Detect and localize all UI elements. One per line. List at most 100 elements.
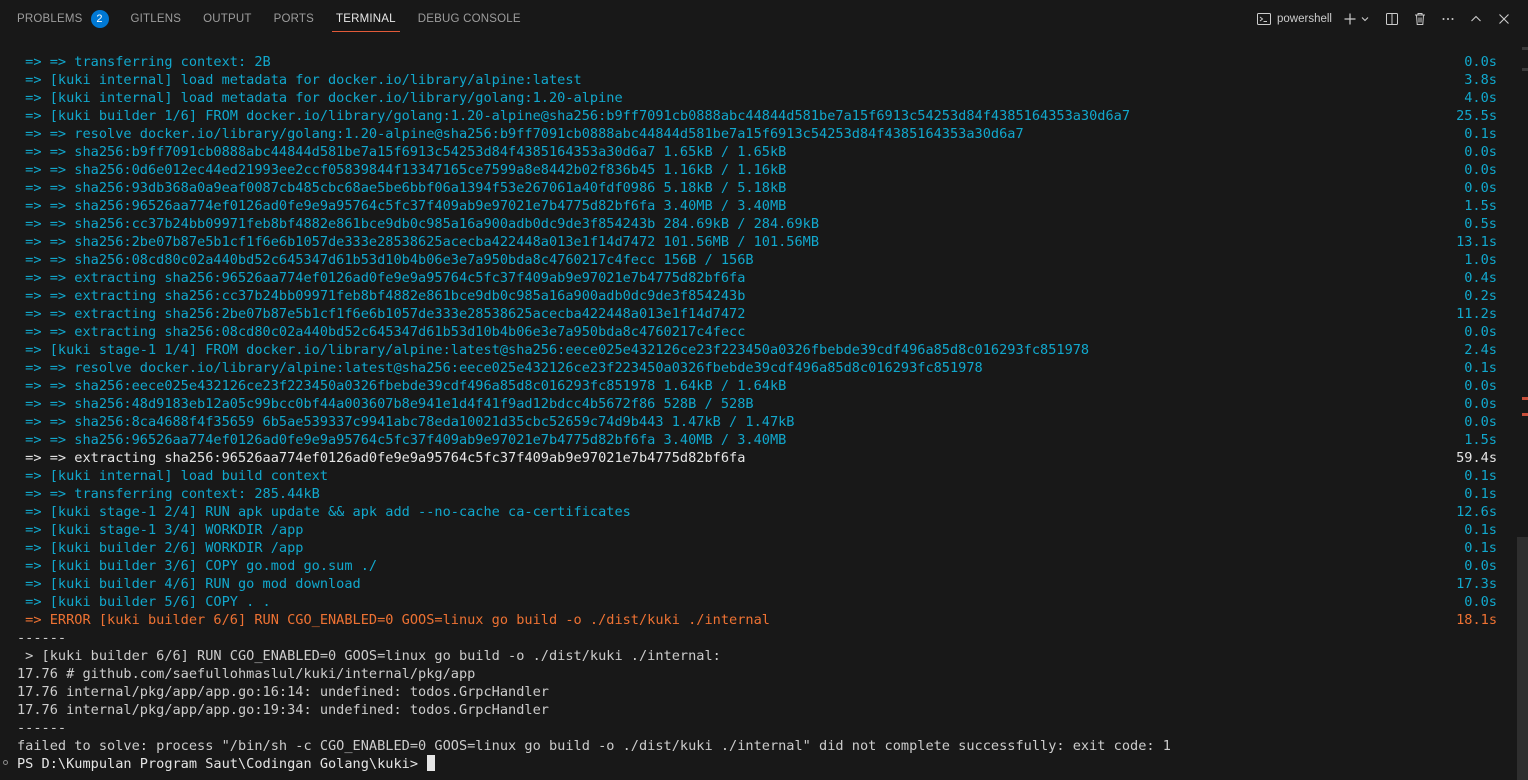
plus-icon [1342, 11, 1358, 27]
terminal-icon [1256, 11, 1272, 27]
terminal-line-text: => => sha256:93db368a0a9eaf0087cb485cbc6… [17, 180, 787, 196]
terminal-line-text: => => resolve docker.io/library/golang:1… [17, 126, 1024, 142]
terminal-line: => => extracting sha256:96526aa774ef0126… [0, 269, 1510, 287]
launch-profile-button[interactable] [1360, 0, 1378, 38]
maximize-panel-button[interactable] [1462, 0, 1490, 38]
overview-ruler-marker [1522, 68, 1528, 71]
terminal-line: => => sha256:cc37b24bb09971feb8bf4882e86… [0, 215, 1510, 233]
tab-label: OUTPUT [203, 13, 252, 25]
close-icon [1496, 11, 1512, 27]
terminal-line: => => extracting sha256:96526aa774ef0126… [0, 449, 1510, 467]
terminal-line: => => sha256:8ca4688f4f35659 6b5ae539337… [0, 413, 1510, 431]
close-panel-button[interactable] [1490, 0, 1528, 38]
terminal-line-text: failed to solve: process "/bin/sh -c CGO… [17, 738, 1171, 754]
terminal-line-text: => => transferring context: 285.44kB [17, 486, 320, 502]
terminal-line-text: => [kuki stage-1 3/4] WORKDIR /app [17, 522, 304, 538]
step-duration: 0.1s [1464, 486, 1497, 502]
terminal-line-text: => [kuki internal] load metadata for doc… [17, 90, 623, 106]
terminal-line: => => transferring context: 2B 0.0s [0, 53, 1510, 71]
terminal-line-text: => => sha256:48d9183eb12a05c99bcc0bf44a0… [17, 396, 754, 412]
terminal-line: => [kuki internal] load metadata for doc… [0, 89, 1510, 107]
terminal-line-text: => => extracting sha256:2be07b87e5b1cf1f… [17, 306, 746, 322]
split-icon [1384, 11, 1400, 27]
step-duration: 1.5s [1464, 432, 1497, 448]
step-duration: 0.4s [1464, 270, 1497, 286]
terminal-line: => => sha256:b9ff7091cb0888abc44844d581b… [0, 143, 1510, 161]
terminal-cursor [427, 755, 436, 771]
terminal-line-text: => => sha256:08cd80c02a440bd52c645347d61… [17, 252, 754, 268]
step-duration: 0.0s [1464, 594, 1497, 610]
tab-label: GITLENS [130, 13, 182, 25]
terminal-line-text: 17.76 # github.com/saefullohmaslul/kuki/… [17, 666, 476, 682]
terminal-line: => => sha256:0d6e012ec44ed21993ee2ccf058… [0, 161, 1510, 179]
tab-terminal[interactable]: TERMINAL [325, 0, 407, 38]
terminal-line-text: > [kuki builder 6/6] RUN CGO_ENABLED=0 G… [17, 648, 721, 664]
panel-header: PROBLEMS 2 GITLENS OUTPUT PORTS TERMINAL DEBUG… [0, 0, 1528, 38]
kill-terminal-button[interactable] [1406, 0, 1434, 38]
step-duration: 0.1s [1464, 522, 1497, 538]
terminal-line: => => sha256:96526aa774ef0126ad0fe9e9a95… [0, 197, 1510, 215]
terminal-line: => => sha256:2be07b87e5b1cf1f6e6b1057de3… [0, 233, 1510, 251]
overview-ruler-marker [1522, 397, 1528, 400]
prompt-line[interactable]: PS D:\Kumpulan Program Saut\Codingan Gol… [0, 755, 1510, 773]
step-duration: 0.0s [1464, 414, 1497, 430]
split-terminal-button[interactable] [1378, 0, 1406, 38]
command-decoration-icon[interactable] [3, 760, 8, 765]
terminal-line-text: => [kuki stage-1 1/4] FROM docker.io/lib… [17, 342, 1090, 358]
terminal-line-text: => [kuki builder 1/6] FROM docker.io/lib… [17, 108, 1131, 124]
step-duration: 0.0s [1464, 144, 1497, 160]
step-duration: 2.4s [1464, 342, 1497, 358]
prompt-path: PS D:\Kumpulan Program Saut\Codingan Gol… [17, 756, 427, 772]
terminal-line: => [kuki stage-1 2/4] RUN apk update && … [0, 503, 1510, 521]
terminal-line: => => extracting sha256:2be07b87e5b1cf1f… [0, 305, 1510, 323]
terminal-line-text: 17.76 internal/pkg/app/app.go:16:14: und… [17, 684, 549, 700]
terminal-line: => => resolve docker.io/library/golang:1… [0, 125, 1510, 143]
terminal-line: => => extracting sha256:08cd80c02a440bd5… [0, 323, 1510, 341]
step-duration: 0.5s [1464, 216, 1497, 232]
terminal-line-text: 17.76 internal/pkg/app/app.go:19:34: und… [17, 702, 549, 718]
step-duration: 3.8s [1464, 72, 1497, 88]
panel-tabs: PROBLEMS 2 GITLENS OUTPUT PORTS TERMINAL DEBUG… [0, 0, 532, 38]
step-duration: 0.0s [1464, 162, 1497, 178]
terminal-line: => [kuki stage-1 3/4] WORKDIR /app 0.1s [0, 521, 1510, 539]
step-duration: 11.2s [1456, 306, 1497, 322]
terminal-line-text: => => sha256:8ca4688f4f35659 6b5ae539337… [17, 414, 795, 430]
terminal-line: => [kuki internal] load build context 0.1… [0, 467, 1510, 485]
step-duration: 17.3s [1456, 576, 1497, 592]
terminal-scrollbar-thumb[interactable] [1517, 537, 1528, 780]
step-duration: 0.0s [1464, 324, 1497, 340]
terminal-line: => [kuki builder 1/6] FROM docker.io/lib… [0, 107, 1510, 125]
terminal-line: => [kuki builder 4/6] RUN go mod downloa… [0, 575, 1510, 593]
terminal-line-text: => [kuki internal] load build context [17, 468, 328, 484]
step-duration: 0.1s [1464, 360, 1497, 376]
terminal-line: => [kuki internal] load metadata for doc… [0, 71, 1510, 89]
terminal-line: => [kuki builder 2/6] WORKDIR /app 0.1s [0, 539, 1510, 557]
new-terminal-button[interactable] [1338, 0, 1360, 38]
tab-output[interactable]: OUTPUT [192, 0, 262, 38]
step-duration: 0.2s [1464, 288, 1497, 304]
tab-debug-console[interactable]: DEBUG CONSOLE [407, 0, 532, 38]
overview-ruler-marker [1522, 413, 1528, 416]
tab-ports[interactable]: PORTS [263, 0, 325, 38]
terminal-line: => [kuki builder 3/6] COPY go.mod go.sum… [0, 557, 1510, 575]
more-actions-button[interactable] [1434, 0, 1462, 38]
terminal-line: => => sha256:93db368a0a9eaf0087cb485cbc6… [0, 179, 1510, 197]
overview-ruler-marker [1522, 47, 1528, 50]
terminal-line-text: => => extracting sha256:96526aa774ef0126… [17, 450, 746, 466]
terminal-profile-button[interactable]: powershell [1256, 0, 1338, 38]
terminal-line: => => sha256:eece025e432126ce23f223450a0… [0, 377, 1510, 395]
terminal-toolbar: powershell [1256, 0, 1528, 38]
step-duration: 1.0s [1464, 252, 1497, 268]
terminal-line-text: => => transferring context: 2B [17, 54, 271, 70]
terminal-line-text: => [kuki builder 5/6] COPY . . [17, 594, 271, 610]
prompt-text: PS D:\Kumpulan Program Saut\Codingan Gol… [17, 755, 436, 773]
terminal-line-text: => [kuki stage-1 2/4] RUN apk update && … [17, 504, 631, 520]
tab-label: PORTS [273, 13, 315, 25]
problems-count-badge: 2 [90, 10, 109, 28]
terminal-line-text: ------ [17, 720, 67, 736]
terminal-line: => => extracting sha256:cc37b24bb09971fe… [0, 287, 1510, 305]
tab-problems[interactable]: PROBLEMS 2 [0, 0, 120, 38]
step-duration: 0.1s [1464, 540, 1497, 556]
tab-gitlens[interactable]: GITLENS [120, 0, 193, 38]
terminal-output[interactable]: => => transferring context: 2B 0.0s => [k… [0, 53, 1510, 780]
